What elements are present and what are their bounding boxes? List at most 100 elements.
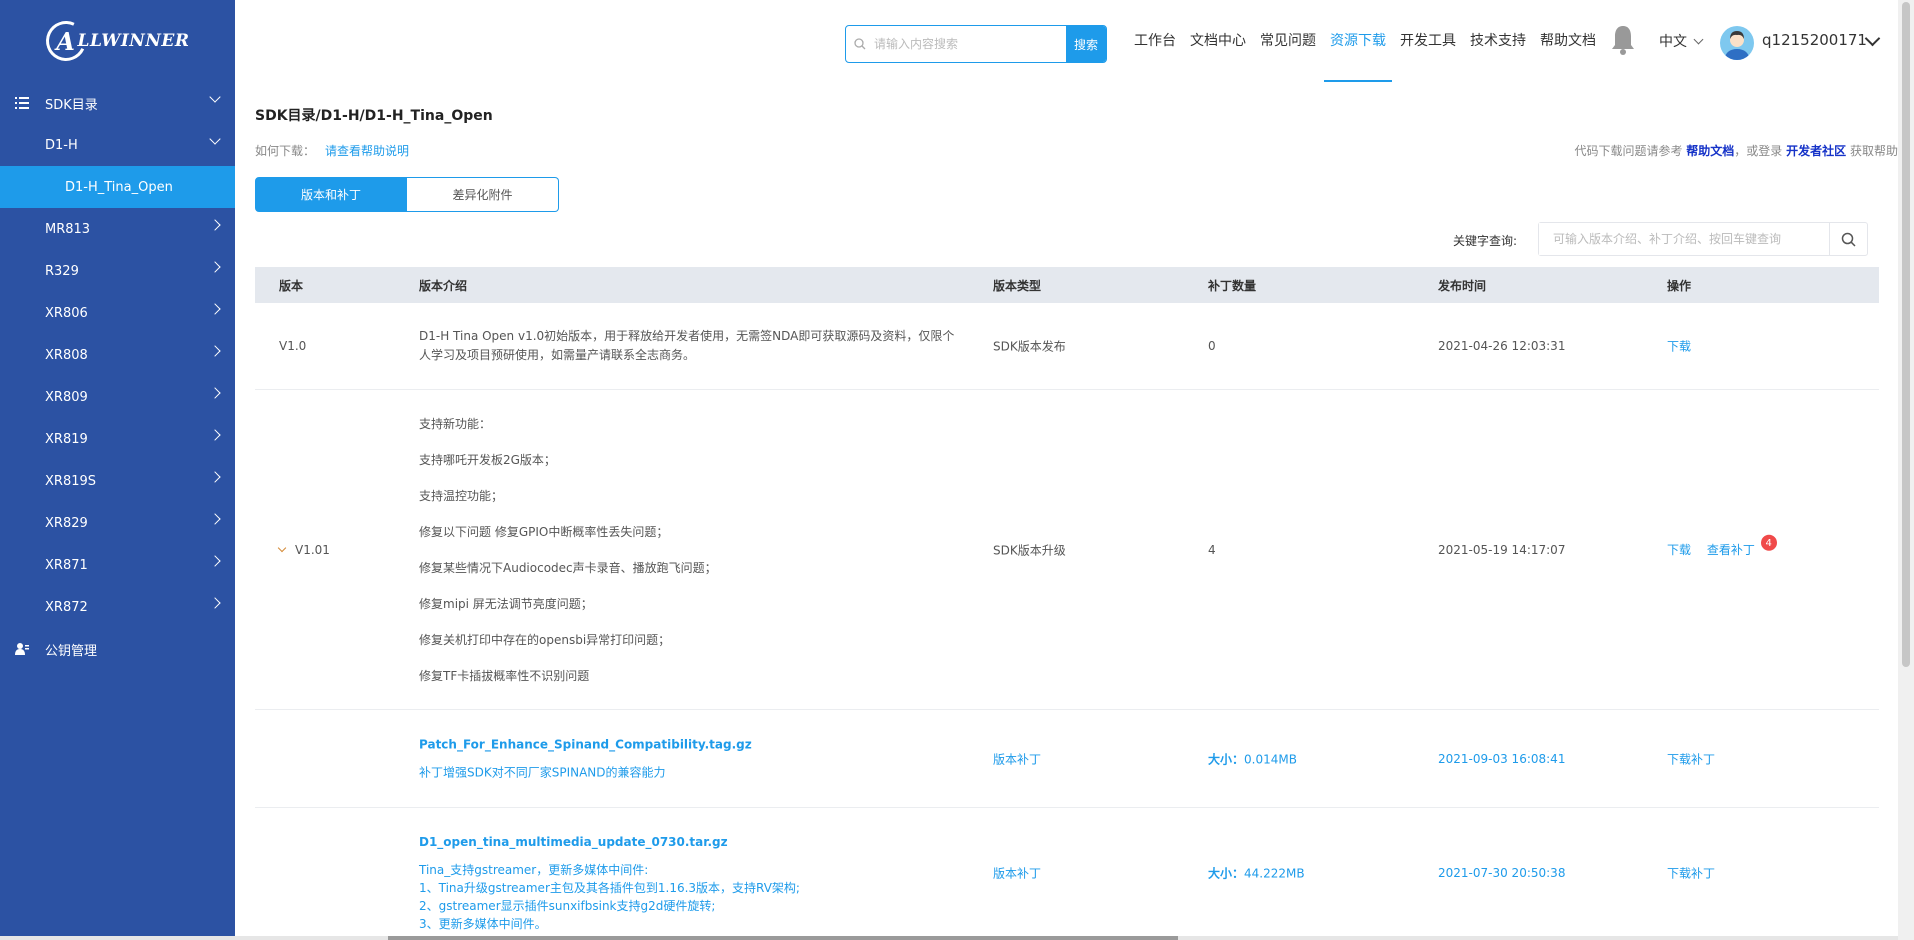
- download-link[interactable]: 下载: [1667, 542, 1691, 556]
- help-notice: 代码下载问题请参考 帮助文档，或登录 开发者社区 获取帮助: [1574, 142, 1898, 159]
- sidebar-item-key-management[interactable]: 公钥管理: [0, 628, 235, 670]
- sidebar-item-label: XR806: [45, 305, 88, 321]
- feature-line: 支持新功能：: [419, 416, 492, 431]
- column-header: 补丁数量: [1208, 278, 1257, 293]
- patch-row: D1_open_tina_multimedia_update_0730.tar.…: [255, 808, 1879, 938]
- global-search-input[interactable]: [874, 26, 1066, 62]
- breadcrumb: SDK目录/D1-H/D1-H_Tina_Open: [255, 108, 493, 124]
- bell-icon[interactable]: [1611, 24, 1635, 60]
- release-date: 2021-04-26 12:03:31: [1438, 339, 1566, 353]
- chevron-down-icon[interactable]: [277, 543, 287, 552]
- chevron-down-icon[interactable]: [1864, 30, 1881, 47]
- column-header: 发布时间: [1438, 278, 1487, 293]
- help-suffix: 获取帮助: [1849, 144, 1898, 158]
- sidebar-item-sdk-catalog[interactable]: SDK目录: [0, 82, 235, 124]
- sidebar-item-r329[interactable]: R329: [0, 250, 235, 292]
- horizontal-scrollbar[interactable]: [0, 936, 1898, 940]
- patch-type: 版本补丁: [993, 752, 1042, 766]
- sidebar-item-xr819[interactable]: XR819: [0, 418, 235, 460]
- scrollbar-thumb[interactable]: [1902, 2, 1910, 667]
- user-key-icon: [14, 643, 30, 655]
- download-patch-link[interactable]: 下载补丁: [1667, 750, 1715, 767]
- help-mid: ，或登录: [1734, 144, 1783, 158]
- release-date: 2021-07-30 20:50:38: [1438, 865, 1566, 880]
- nav-resource-download[interactable]: 资源下载: [1324, 0, 1392, 82]
- sidebar-item-label: D1-H: [45, 137, 78, 153]
- keyword-label: 关键字查询:: [1453, 234, 1518, 248]
- sidebar-item-label: XR871: [45, 557, 88, 573]
- feature-line: 支持哪吒开发板2G版本；: [419, 452, 556, 467]
- feature-line: 修复某些情况下Audiocodec声卡录音、播放跑飞问题；: [419, 560, 717, 575]
- patch-name: D1_open_tina_multimedia_update_0730.tar.…: [419, 835, 728, 849]
- patch-name: Patch_For_Enhance_Spinand_Compatibility.…: [419, 737, 752, 751]
- sidebar-item-label: XR808: [45, 347, 88, 363]
- size-value: 44.222MB: [1244, 866, 1305, 880]
- search-icon: [846, 26, 874, 62]
- search-button[interactable]: 搜索: [1066, 26, 1106, 62]
- size-label: 大小：: [1208, 752, 1245, 766]
- patch-desc-line: 1、Tina升级gstreamer主包及其各插件包到1.16.3版本，支持RV架…: [419, 881, 800, 895]
- release-date: 2021-09-03 16:08:41: [1438, 751, 1566, 766]
- download-patch-link[interactable]: 下载补丁: [1667, 864, 1715, 881]
- feature-line: 修复TF卡插拔概率性不识别问题: [419, 668, 590, 683]
- tab-bar: 版本和补丁 差异化附件: [255, 177, 559, 212]
- avatar[interactable]: [1720, 26, 1754, 60]
- vertical-scrollbar[interactable]: [1898, 0, 1914, 940]
- sidebar-item-d1-h-tina-open[interactable]: D1-H_Tina_Open: [0, 166, 235, 208]
- size-value: 0.014MB: [1244, 752, 1297, 766]
- release-date: 2021-05-19 14:17:07: [1438, 542, 1566, 557]
- tab-versions-patches[interactable]: 版本和补丁: [255, 177, 407, 212]
- patch-desc-line: Tina_支持gstreamer，更新多媒体中间件:: [419, 863, 649, 877]
- keyword-input[interactable]: [1539, 223, 1829, 255]
- sidebar-item-d1-h[interactable]: D1-H: [0, 124, 235, 166]
- scrollbar-thumb[interactable]: [388, 936, 1178, 940]
- patch-count-badge: 4: [1760, 534, 1777, 551]
- sidebar-item-xr806[interactable]: XR806: [0, 292, 235, 334]
- nav-dev-tools[interactable]: 开发工具: [1394, 0, 1462, 82]
- patch-desc-line: 2、gstreamer显示插件sunxifbsink支持g2d硬件旋转;: [419, 899, 716, 913]
- logo[interactable]: A LLWINNER: [0, 0, 235, 82]
- patch-info: Patch_For_Enhance_Spinand_Compatibility.…: [419, 737, 752, 780]
- tab-diff-attachments[interactable]: 差异化附件: [407, 177, 559, 212]
- view-patches-link[interactable]: 查看补丁: [1707, 542, 1755, 556]
- patch-row: Patch_For_Enhance_Spinand_Compatibility.…: [255, 710, 1879, 808]
- help-doc-link[interactable]: 帮助文档: [1686, 144, 1734, 158]
- patch-info: D1_open_tina_multimedia_update_0730.tar.…: [419, 835, 800, 933]
- version-type: SDK版本升级: [993, 543, 1066, 557]
- sidebar-item-label: SDK目录: [45, 97, 98, 113]
- sidebar-item-xr829[interactable]: XR829: [0, 502, 235, 544]
- howto-link[interactable]: 请查看帮助说明: [325, 144, 409, 158]
- sidebar-item-label: MR813: [45, 221, 91, 237]
- column-header: 版本介绍: [419, 278, 468, 293]
- sidebar-item-xr872[interactable]: XR872: [0, 586, 235, 628]
- sidebar-item-xr819s[interactable]: XR819S: [0, 460, 235, 502]
- nav-faq[interactable]: 常见问题: [1254, 0, 1322, 82]
- help-prefix: 代码下载问题请参考: [1574, 144, 1683, 158]
- sidebar-item-xr809[interactable]: XR809: [0, 376, 235, 418]
- username[interactable]: q1215200171: [1762, 31, 1867, 49]
- howto-label: 如何下载：: [255, 144, 316, 158]
- table-header: 版本 版本介绍 版本类型 补丁数量 发布时间 操作: [255, 267, 1879, 303]
- download-link[interactable]: 下载: [1667, 338, 1691, 355]
- nav-docs-center[interactable]: 文档中心: [1184, 0, 1252, 82]
- nav-workbench[interactable]: 工作台: [1128, 0, 1182, 82]
- sidebar-item-xr871[interactable]: XR871: [0, 544, 235, 586]
- nav-help-docs[interactable]: 帮助文档: [1534, 0, 1602, 82]
- sidebar-item-label: XR819: [45, 431, 88, 447]
- search-icon[interactable]: [1829, 223, 1867, 255]
- version-type: SDK版本发布: [993, 339, 1066, 354]
- top-nav: 工作台 文档中心 常见问题 资源下载 开发工具 技术支持 帮助文档: [1128, 0, 1604, 82]
- nav-tech-support[interactable]: 技术支持: [1464, 0, 1532, 82]
- feature-line: 修复以下问题 修复GPIO中断概率性丢失问题；: [419, 524, 669, 539]
- dev-community-link[interactable]: 开发者社区: [1786, 144, 1846, 158]
- sidebar-item-mr813[interactable]: MR813: [0, 208, 235, 250]
- sidebar-item-xr808[interactable]: XR808: [0, 334, 235, 376]
- column-header: 版本: [279, 278, 304, 293]
- patch-count: 0: [1208, 339, 1216, 353]
- download-howto: 如何下载： 请查看帮助说明: [255, 142, 409, 159]
- allwinner-logo: A LLWINNER: [39, 15, 190, 67]
- version-cell: V1.0: [279, 339, 307, 353]
- language-selector[interactable]: 中文: [1659, 31, 1704, 51]
- version-cell[interactable]: V1.01: [277, 543, 330, 557]
- patch-size: 大小：0.014MB: [1208, 750, 1297, 767]
